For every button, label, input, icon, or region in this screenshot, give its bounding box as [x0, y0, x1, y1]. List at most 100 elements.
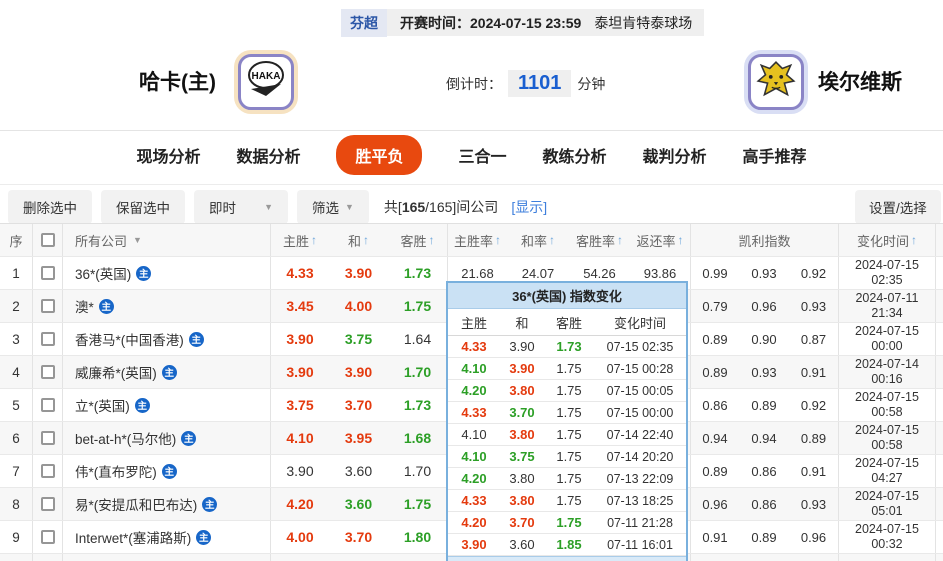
nav-tab[interactable]: 胜平负 [336, 135, 423, 175]
home-odds-cell[interactable]: 3.90 [270, 455, 329, 487]
company-name[interactable]: 威廉希*(英国) 主 [62, 356, 270, 388]
chevron-down-icon: ▼ [264, 202, 273, 212]
draw-odds-cell[interactable]: 3.75 [329, 323, 388, 355]
popup-row: 4.10 3.90 1.75 07-15 00:28 [448, 358, 686, 380]
kelly-home-value: 0.96 [690, 488, 739, 520]
nav-tab[interactable]: 数据分析 [236, 143, 300, 167]
filter-dropdown[interactable]: 筛选 ▼ [297, 190, 369, 224]
away-odds-cell[interactable]: 1.70 [388, 356, 447, 388]
popup-change-time: 07-15 00:05 [606, 383, 674, 398]
draw-odds-cell[interactable]: 3.60 [329, 488, 388, 520]
change-time-cell: 2024-07-15 [838, 554, 935, 561]
row-checkbox[interactable] [40, 464, 55, 478]
row-checkbox[interactable] [40, 530, 55, 544]
col-return-rate[interactable]: 返还率 ↑ [630, 224, 690, 256]
row-pad [935, 521, 943, 553]
company-name[interactable]: 36*(英国) 主 [62, 257, 270, 289]
home-odds-cell[interactable]: 3.90 [270, 356, 329, 388]
col-draw-rate[interactable]: 和率 ↑ [507, 224, 569, 256]
company-name[interactable]: 主 [62, 554, 270, 561]
popup-change-time: 07-14 22:40 [606, 427, 674, 442]
col-home-odds[interactable]: 主胜 ↑ [270, 224, 329, 256]
nav-tab[interactable]: 教练分析 [543, 143, 607, 167]
away-odds-cell[interactable]: 1.64 [388, 323, 447, 355]
nav-tab[interactable]: 现场分析 [136, 143, 200, 167]
draw-odds-cell[interactable]: 3.90 [329, 356, 388, 388]
home-odds-cell[interactable]: 3.75 [270, 389, 329, 421]
away-odds-cell[interactable]: 1.80 [388, 521, 447, 553]
col-index: 序 [9, 233, 23, 249]
league-badge[interactable]: 芬超 [341, 8, 387, 37]
col-company[interactable]: 所有公司 ▼ [62, 224, 270, 256]
company-name[interactable]: 易*(安提瓜和巴布达) 主 [62, 488, 270, 520]
kelly-away-value [789, 554, 838, 561]
col-away-odds[interactable]: 客胜 ↑ [388, 224, 447, 256]
change-time-cell: 2024-07-11 21:34 [838, 290, 935, 322]
popup-col-time: 变化时间 [613, 315, 666, 331]
keep-selected-button[interactable]: 保留选中 [101, 190, 185, 224]
popup-row: 4.20 3.80 1.75 07-13 22:09 [448, 468, 686, 490]
company-name[interactable]: 澳* 主 [62, 290, 270, 322]
col-change-time[interactable]: 变化时间 ↑ [838, 224, 935, 256]
draw-odds-cell[interactable] [329, 554, 388, 561]
row-index: 5 [12, 397, 20, 413]
away-odds-cell[interactable]: 1.75 [388, 488, 447, 520]
away-odds-cell[interactable]: 1.68 [388, 422, 447, 454]
company-name[interactable]: bet-at-h*(马尔他) 主 [62, 422, 270, 454]
draw-odds-cell[interactable]: 3.90 [329, 257, 388, 289]
company-name[interactable]: 香港马*(中国香港) 主 [62, 323, 270, 355]
change-time-cell: 2024-07-14 00:16 [838, 356, 935, 388]
row-checkbox[interactable] [40, 431, 55, 445]
home-odds-cell[interactable]: 4.00 [270, 521, 329, 553]
popup-away-odds: 1.73 [556, 339, 582, 354]
primary-company-icon: 主 [196, 529, 212, 545]
row-index [0, 554, 32, 561]
company-name[interactable]: 立*(英国) 主 [62, 389, 270, 421]
header-divider [0, 130, 943, 131]
nav-tab[interactable]: 裁判分析 [643, 143, 707, 167]
nav-tab[interactable]: 高手推荐 [743, 143, 807, 167]
company-name[interactable]: 伟*(直布罗陀) 主 [62, 455, 270, 487]
away-odds-cell[interactable]: 1.75 [388, 290, 447, 322]
away-odds-cell[interactable]: 1.73 [388, 257, 447, 289]
row-checkbox[interactable] [40, 332, 55, 346]
draw-odds-cell[interactable]: 3.70 [329, 521, 388, 553]
away-odds-cell[interactable] [388, 554, 447, 561]
home-odds-cell[interactable]: 3.90 [270, 323, 329, 355]
popup-away-odds: 1.75 [556, 361, 582, 376]
row-checkbox[interactable] [40, 365, 55, 379]
col-draw-odds[interactable]: 和 ↑ [329, 224, 388, 256]
settings-button[interactable]: 设置/选择 [855, 190, 941, 224]
row-checkbox[interactable] [40, 299, 55, 313]
kelly-away-value: 0.91 [800, 463, 827, 479]
home-odds-cell[interactable] [270, 554, 329, 561]
company-name[interactable]: Interwet*(塞浦路斯) 主 [62, 521, 270, 553]
away-odds-cell[interactable]: 1.70 [388, 455, 447, 487]
countdown-unit: 分钟 [577, 75, 606, 92]
select-all-checkbox[interactable] [40, 233, 55, 247]
draw-odds-cell[interactable]: 4.00 [329, 290, 388, 322]
realtime-dropdown[interactable]: 即时 ▼ [194, 190, 288, 224]
home-odds-cell[interactable]: 4.20 [270, 488, 329, 520]
toolbar: 删除选中 保留选中 即时 ▼ 筛选 ▼ 共[165/165]间公司 [显示] [8, 190, 547, 224]
draw-odds-cell[interactable]: 3.70 [329, 389, 388, 421]
col-home-rate[interactable]: 主胜率 ↑ [447, 224, 507, 256]
draw-odds-cell[interactable]: 3.95 [329, 422, 388, 454]
home-odds-cell[interactable]: 4.33 [270, 257, 329, 289]
nav-tab[interactable]: 三合一 [458, 143, 506, 167]
col-away-rate[interactable]: 客胜率 ↑ [569, 224, 630, 256]
popup-title: 36*(英国) 指数变化 [448, 283, 686, 309]
kelly-draw-value [739, 554, 789, 561]
delete-selected-button[interactable]: 删除选中 [8, 190, 92, 224]
popup-draw-odds: 3.70 [509, 515, 535, 530]
show-link[interactable]: [显示] [511, 197, 547, 217]
away-odds-cell[interactable]: 1.73 [388, 389, 447, 421]
row-checkbox[interactable] [40, 497, 55, 511]
row-checkbox[interactable] [40, 398, 55, 412]
home-odds-cell[interactable]: 4.10 [270, 422, 329, 454]
row-pad [935, 422, 943, 454]
primary-company-icon: 主 [181, 430, 197, 446]
draw-odds-cell[interactable]: 3.60 [329, 455, 388, 487]
row-checkbox[interactable] [40, 266, 55, 280]
home-odds-cell[interactable]: 3.45 [270, 290, 329, 322]
